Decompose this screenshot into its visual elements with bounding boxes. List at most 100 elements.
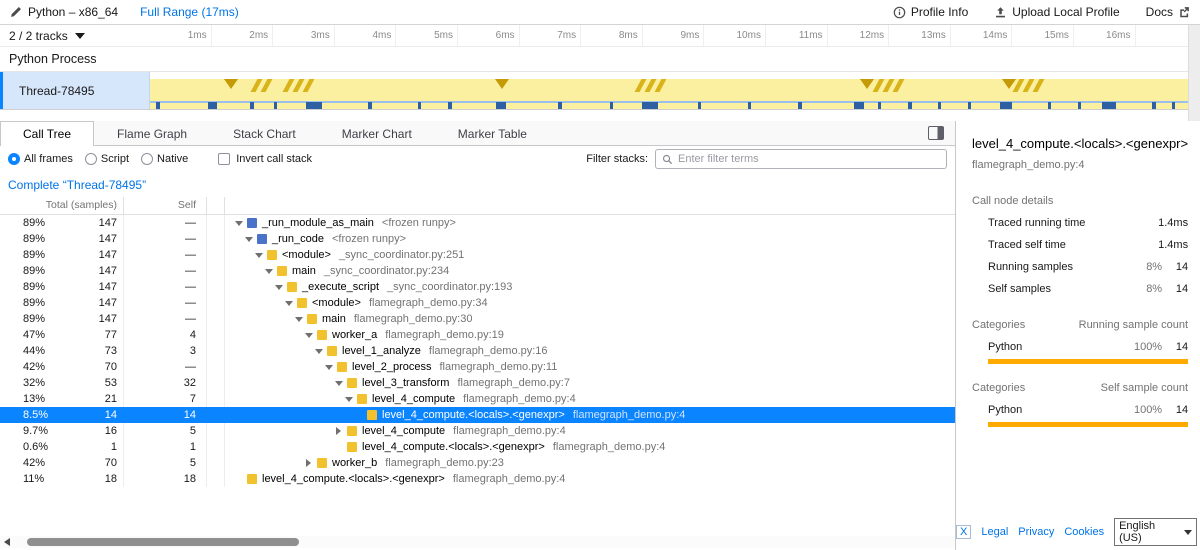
breadcrumb[interactable]: Complete “Thread-78495” <box>8 178 146 192</box>
thread-activity-graph[interactable] <box>150 72 1188 109</box>
sidebar-toggle-icon[interactable] <box>928 126 944 140</box>
thread-track-label[interactable]: Thread-78495 <box>0 72 150 109</box>
tab-stack-chart[interactable]: Stack Chart <box>210 121 319 145</box>
collapse-icon[interactable] <box>343 397 354 402</box>
chevron-down-icon <box>1184 530 1192 535</box>
function-name: level_4_compute.<locals>.<genexpr> <box>262 473 445 485</box>
tree-row[interactable]: 44%733level_1_analyzeflamegraph_demo.py:… <box>0 343 955 359</box>
tab-marker-table[interactable]: Marker Table <box>435 121 550 145</box>
category-color-icon <box>347 426 357 436</box>
tree-row[interactable]: 9.7%165level_4_computeflamegraph_demo.py… <box>0 423 955 439</box>
column-header-self[interactable]: Self <box>124 197 207 214</box>
tree-row[interactable]: 11%1818level_4_compute.<locals>.<genexpr… <box>0 471 955 487</box>
tab-flame-graph[interactable]: Flame Graph <box>94 121 210 145</box>
cookies-link[interactable]: Cookies <box>1064 526 1104 538</box>
collapse-icon[interactable] <box>233 221 244 226</box>
tree-row[interactable]: 0.6%11level_4_compute.<locals>.<genexpr>… <box>0 439 955 455</box>
detail-row: Traced running time 1.4ms <box>972 217 1188 229</box>
category-bar-self <box>988 422 1188 427</box>
self-cell: 5 <box>124 423 207 439</box>
sample-block <box>1152 102 1156 109</box>
tree-row[interactable]: 13%217level_4_computeflamegraph_demo.py:… <box>0 391 955 407</box>
tree-row[interactable]: 89%147—_run_code<frozen runpy> <box>0 231 955 247</box>
collapse-icon[interactable] <box>323 365 334 370</box>
scroll-left-icon[interactable] <box>4 538 10 546</box>
marker-triangle-icon[interactable] <box>860 79 874 89</box>
radio-label: Script <box>101 153 129 165</box>
ruler-label: 8ms <box>581 25 643 46</box>
chevron-down-icon <box>75 33 85 39</box>
expand-icon[interactable] <box>333 427 344 435</box>
tree-row[interactable]: 42%70—level_2_processflamegraph_demo.py:… <box>0 359 955 375</box>
sample-block <box>448 102 452 109</box>
collapse-icon[interactable] <box>243 237 254 242</box>
x-link[interactable]: X <box>956 525 971 539</box>
collapse-icon[interactable] <box>333 381 344 386</box>
tab-call-tree[interactable]: Call Tree <box>0 121 94 146</box>
collapse-icon[interactable] <box>273 285 284 290</box>
radio-script[interactable]: Script <box>85 153 129 165</box>
marker-triangle-icon[interactable] <box>224 79 238 89</box>
total-cell: 47%77 <box>0 327 124 343</box>
collapse-icon[interactable] <box>293 317 304 322</box>
function-name: level_2_process <box>352 361 432 373</box>
marker-triangle-icon[interactable] <box>495 79 509 89</box>
sample-block <box>208 102 217 109</box>
collapse-icon[interactable] <box>253 253 264 258</box>
profile-info-button[interactable]: Profile Info <box>893 5 968 19</box>
process-track-header[interactable]: Python Process <box>0 47 1200 72</box>
detail-row: Traced self time 1.4ms <box>972 239 1188 251</box>
spacer-cell <box>207 215 225 231</box>
function-cell: <module>flamegraph_demo.py:34 <box>225 295 955 311</box>
spacer-cell <box>207 391 225 407</box>
profile-name-button[interactable]: Python – x86_64 <box>10 5 118 19</box>
ruler-label: 5ms <box>396 25 458 46</box>
category-row: Python 100% 14 <box>972 404 1188 416</box>
total-cell: 13%21 <box>0 391 124 407</box>
category-row: Python 100% 14 <box>972 341 1188 353</box>
spacer-cell <box>207 263 225 279</box>
full-range-link[interactable]: Full Range (17ms) <box>140 5 239 19</box>
tree-row[interactable]: 42%705worker_bflamegraph_demo.py:23 <box>0 455 955 471</box>
category-color-icon <box>317 458 327 468</box>
tree-row[interactable]: 89%147—_execute_script_sync_coordinator.… <box>0 279 955 295</box>
tracks-dropdown-button[interactable]: 2 / 2 tracks <box>0 25 150 46</box>
collapse-icon[interactable] <box>263 269 274 274</box>
column-header-total[interactable]: Total (samples) <box>0 197 124 214</box>
self-cell: 4 <box>124 327 207 343</box>
expand-icon[interactable] <box>303 459 314 467</box>
function-cell: <module>_sync_coordinator.py:251 <box>225 247 955 263</box>
tree-row[interactable]: 32%5332level_3_transformflamegraph_demo.… <box>0 375 955 391</box>
ruler-label: 7ms <box>520 25 582 46</box>
tree-row[interactable]: 89%147—<module>flamegraph_demo.py:34 <box>0 295 955 311</box>
language-select[interactable]: English (US) <box>1114 518 1197 546</box>
tree-row[interactable]: 89%147—<module>_sync_coordinator.py:251 <box>0 247 955 263</box>
radio-native[interactable]: Native <box>141 153 188 165</box>
docs-button[interactable]: Docs <box>1146 5 1190 19</box>
function-cell: level_4_compute.<locals>.<genexpr>flameg… <box>225 439 955 455</box>
legal-link[interactable]: Legal <box>981 526 1008 538</box>
function-cell: _run_module_as_main<frozen runpy> <box>225 215 955 231</box>
tree-row[interactable]: 89%147—main_sync_coordinator.py:234 <box>0 263 955 279</box>
tree-row[interactable]: 89%147—_run_module_as_main<frozen runpy> <box>0 215 955 231</box>
scrollbar-track[interactable] <box>15 537 950 547</box>
tree-row[interactable]: 89%147—mainflamegraph_demo.py:30 <box>0 311 955 327</box>
total-cell: 89%147 <box>0 231 124 247</box>
tree-row[interactable]: 8.5%1414level_4_compute.<locals>.<genexp… <box>0 407 955 423</box>
collapse-icon[interactable] <box>313 349 324 354</box>
scrollbar-thumb[interactable] <box>27 538 299 546</box>
ruler-label: 12ms <box>828 25 890 46</box>
radio-all-frames[interactable]: All frames <box>8 153 73 165</box>
upload-profile-button[interactable]: Upload Local Profile <box>994 5 1119 19</box>
total-cell: 42%70 <box>0 455 124 471</box>
collapse-icon[interactable] <box>303 333 314 338</box>
tree-row[interactable]: 47%774worker_aflamegraph_demo.py:19 <box>0 327 955 343</box>
invert-call-stack-checkbox[interactable]: Invert call stack <box>218 153 312 165</box>
privacy-link[interactable]: Privacy <box>1018 526 1054 538</box>
function-name: _run_code <box>272 233 324 245</box>
tab-marker-chart[interactable]: Marker Chart <box>319 121 435 145</box>
collapse-icon[interactable] <box>283 301 294 306</box>
function-name: level_4_compute <box>372 393 455 405</box>
filter-stacks-input[interactable] <box>678 153 940 165</box>
edit-pencil-icon <box>10 6 22 18</box>
